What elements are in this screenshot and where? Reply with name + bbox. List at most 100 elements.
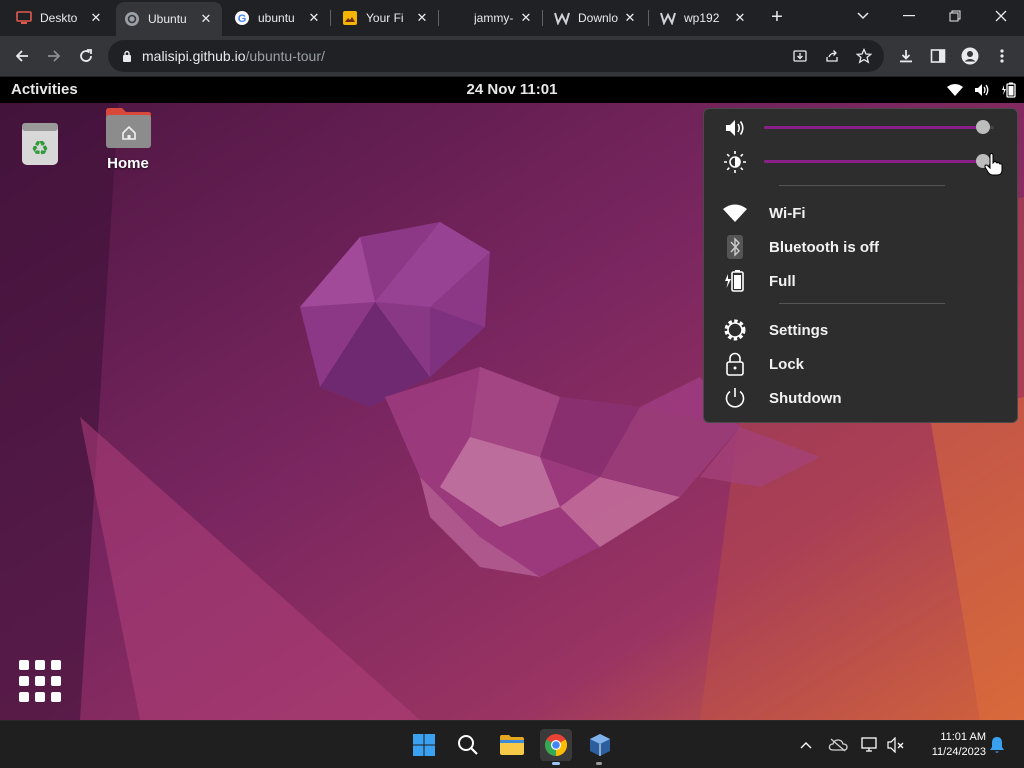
minimize-icon bbox=[903, 15, 915, 17]
chrome-menu-button[interactable] bbox=[992, 46, 1012, 66]
address-bar[interactable]: malisipi.github.io/ubuntu-tour/ bbox=[108, 40, 884, 72]
chrome-taskbar-button[interactable] bbox=[540, 729, 572, 761]
tab-search-button[interactable] bbox=[840, 0, 886, 32]
battery-row[interactable]: Full bbox=[704, 266, 1019, 296]
shutdown-row[interactable]: Shutdown bbox=[704, 383, 1019, 413]
tab-desktop[interactable]: Deskto ✕ bbox=[8, 4, 112, 32]
tab-ubuntu[interactable]: Ubuntu ✕ bbox=[116, 2, 222, 36]
share-icon[interactable] bbox=[823, 47, 841, 65]
hand-cursor-icon bbox=[984, 153, 1003, 176]
reload-icon bbox=[80, 49, 92, 62]
forward-button[interactable] bbox=[40, 42, 68, 70]
google-icon: G bbox=[234, 10, 250, 26]
volume-icon[interactable] bbox=[974, 82, 990, 98]
close-tab-icon[interactable]: ✕ bbox=[306, 10, 322, 26]
install-app-icon[interactable] bbox=[791, 47, 809, 65]
battery-icon[interactable] bbox=[1001, 82, 1017, 98]
volume-slider[interactable] bbox=[764, 120, 994, 136]
lock-icon[interactable] bbox=[120, 49, 134, 63]
onedrive-icon[interactable] bbox=[828, 735, 848, 755]
power-icon bbox=[722, 385, 748, 411]
wifi-label: Wi-Fi bbox=[769, 204, 806, 222]
start-button[interactable] bbox=[408, 729, 440, 761]
slider-thumb[interactable] bbox=[976, 120, 990, 134]
close-tab-icon[interactable]: ✕ bbox=[88, 10, 104, 26]
settings-row[interactable]: Settings bbox=[704, 315, 1019, 345]
tab-your-files[interactable]: Your Fi ✕ bbox=[334, 4, 438, 32]
gnome-top-bar: Activities 24 Nov 11:01 bbox=[0, 77, 1024, 103]
profile-button[interactable] bbox=[960, 46, 980, 66]
close-tab-icon[interactable]: ✕ bbox=[198, 11, 214, 27]
side-panel-button[interactable] bbox=[928, 46, 948, 66]
speaker-muted-icon[interactable] bbox=[886, 735, 906, 755]
quick-settings-panel: Wi-Fi Bluetooth is off Full Settings Loc… bbox=[703, 108, 1018, 423]
brightness-slider[interactable] bbox=[764, 154, 994, 170]
home-desktop-icon[interactable]: Home bbox=[104, 107, 152, 172]
network-icon[interactable] bbox=[860, 735, 880, 755]
app-grid-dot bbox=[19, 676, 29, 686]
top-bar-clock[interactable]: 24 Nov 11:01 bbox=[0, 81, 1024, 98]
tab-jammy[interactable]: jammy- ✕ bbox=[442, 4, 542, 32]
tab-separator bbox=[648, 10, 649, 26]
show-apps-button[interactable] bbox=[19, 660, 61, 702]
shutdown-label: Shutdown bbox=[769, 389, 842, 407]
notification-bell-icon[interactable] bbox=[987, 735, 1007, 755]
url-text[interactable]: malisipi.github.io/ubuntu-tour/ bbox=[142, 48, 325, 64]
close-tab-icon[interactable]: ✕ bbox=[518, 10, 534, 26]
arrow-right-icon bbox=[48, 50, 61, 62]
running-indicator bbox=[596, 762, 602, 765]
tab-separator bbox=[542, 10, 543, 26]
close-tab-icon[interactable]: ✕ bbox=[732, 10, 748, 26]
url-path: /ubuntu-tour/ bbox=[245, 48, 325, 64]
desktop-icon bbox=[16, 10, 32, 26]
wifi-row[interactable]: Wi-Fi bbox=[704, 198, 1019, 228]
close-tab-icon[interactable]: ✕ bbox=[414, 10, 430, 26]
lock-label: Lock bbox=[769, 355, 805, 373]
tab-download[interactable]: Downlo ✕ bbox=[546, 4, 646, 32]
w-icon bbox=[554, 10, 570, 26]
downloads-button[interactable] bbox=[896, 46, 916, 66]
file-explorer-button[interactable] bbox=[496, 729, 528, 761]
home-folder-icon bbox=[106, 108, 151, 148]
bluetooth-row[interactable]: Bluetooth is off bbox=[704, 232, 1019, 262]
image-icon bbox=[342, 10, 358, 26]
folder-icon bbox=[500, 735, 524, 755]
tab-wp192[interactable]: wp192 ✕ bbox=[652, 4, 756, 32]
lock-row[interactable]: Lock bbox=[704, 349, 1019, 379]
url-host: malisipi.github.io bbox=[142, 48, 246, 64]
slider-fill bbox=[764, 160, 983, 163]
reload-button[interactable] bbox=[72, 42, 100, 70]
new-tab-button[interactable]: + bbox=[764, 5, 790, 31]
brightness-icon bbox=[722, 149, 748, 175]
app-grid-dot bbox=[51, 692, 61, 702]
tab-title: Deskto bbox=[40, 11, 78, 25]
bookmark-star-icon[interactable] bbox=[855, 47, 873, 65]
close-tab-icon[interactable]: ✕ bbox=[622, 10, 638, 26]
bluetooth-icon bbox=[722, 234, 748, 260]
virtualbox-button[interactable] bbox=[584, 729, 616, 761]
wifi-icon[interactable] bbox=[947, 82, 963, 98]
more-vert-icon bbox=[1000, 49, 1004, 63]
back-button[interactable] bbox=[8, 42, 36, 70]
profile-icon bbox=[961, 47, 979, 65]
tab-google[interactable]: G ubuntu ✕ bbox=[226, 4, 330, 32]
app-grid-dot bbox=[19, 660, 29, 670]
svg-text:♻: ♻ bbox=[31, 136, 49, 160]
ubuntu-desktop: Activities 24 Nov 11:01 ♻ Home Wi-Fi Blu… bbox=[0, 77, 1024, 720]
volume-row bbox=[704, 113, 1019, 143]
system-clock[interactable]: 11:01 AM 11/24/2023 bbox=[912, 730, 986, 760]
show-hidden-icons-button[interactable] bbox=[796, 735, 816, 755]
minimize-button[interactable] bbox=[886, 0, 932, 32]
tab-title: Downlo bbox=[578, 11, 618, 25]
close-window-button[interactable] bbox=[978, 0, 1024, 32]
tab-separator bbox=[330, 10, 331, 26]
restore-button[interactable] bbox=[932, 0, 978, 32]
taskbar-search-button[interactable] bbox=[452, 729, 484, 761]
tab-title: Ubuntu bbox=[148, 12, 187, 26]
trash-desktop-icon[interactable]: ♻ bbox=[20, 119, 60, 167]
tab-title: ubuntu bbox=[258, 11, 295, 25]
speaker-icon bbox=[722, 115, 748, 141]
download-icon bbox=[900, 50, 912, 63]
chevron-up-icon bbox=[800, 742, 812, 749]
home-label: Home bbox=[107, 155, 149, 172]
